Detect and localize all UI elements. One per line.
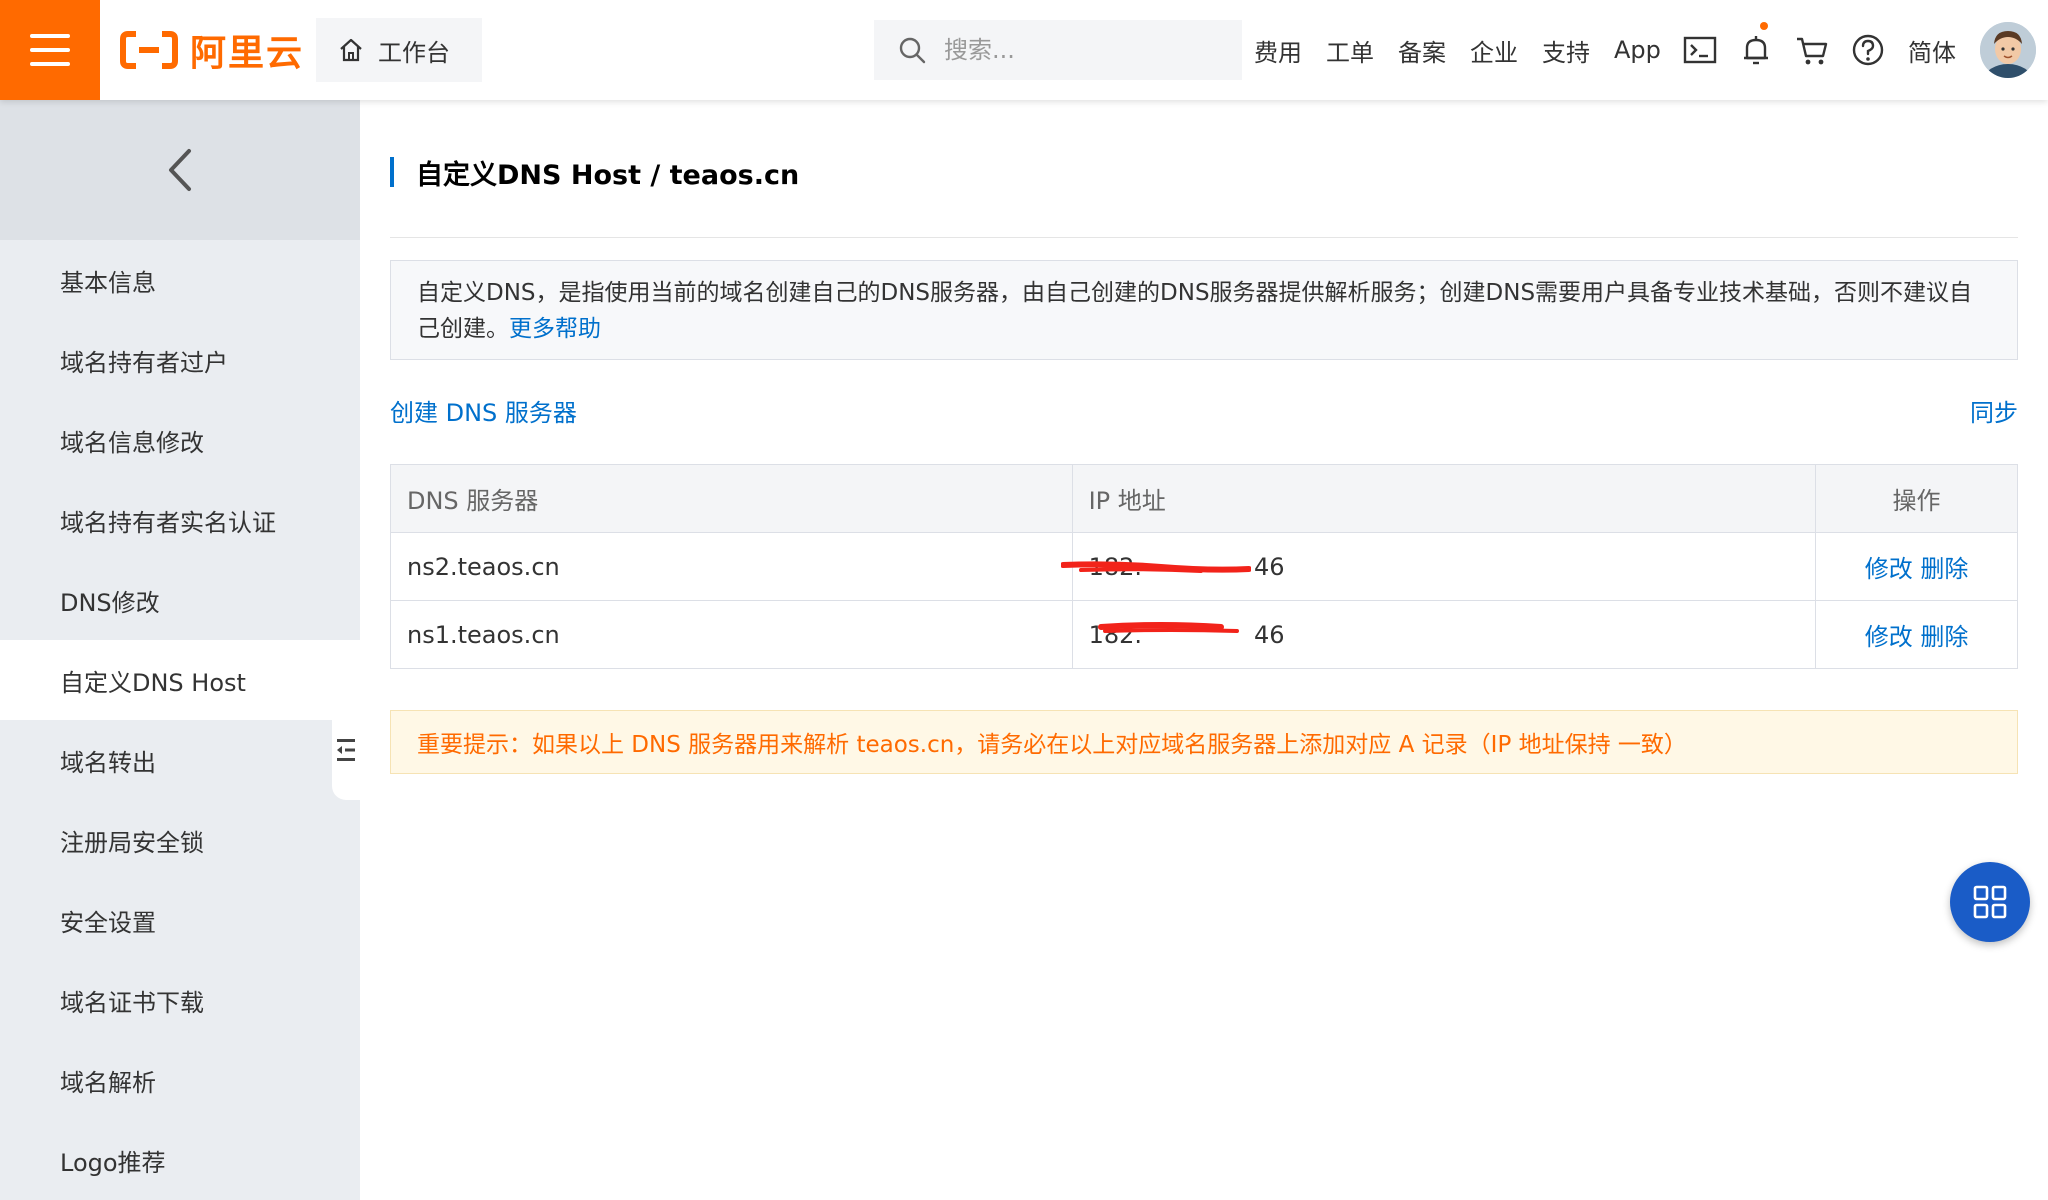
brand-name: 阿里云 xyxy=(190,33,305,74)
nav-app[interactable]: App xyxy=(1614,0,1661,100)
warning-notice: 重要提示：如果以上 DNS 服务器用来解析 teaos.cn，请务必在以上对应域… xyxy=(390,710,2018,774)
sidebar-item-label: Logo推荐 xyxy=(60,1148,166,1177)
delete-link[interactable]: 删除 xyxy=(1920,623,1968,651)
table-row: ns1.teaos.cn 182. 46 修改 删除 xyxy=(390,600,2018,669)
notification-dot xyxy=(1760,22,1768,30)
language-switch[interactable]: 简体 xyxy=(1908,0,1956,100)
nav-tickets[interactable]: 工单 xyxy=(1326,0,1374,100)
column-header-dns-server: DNS 服务器 xyxy=(390,464,1073,533)
sidebar-item-basic-info[interactable]: 基本信息 xyxy=(0,240,360,320)
actions-cell: 修改 删除 xyxy=(1815,532,2018,601)
chevron-left-icon xyxy=(169,149,191,191)
info-notice: 自定义DNS，是指使用当前的域名创建自己的DNS服务器，由自己创建的DNS服务器… xyxy=(390,260,2018,360)
floating-app-grid-button[interactable] xyxy=(1950,862,2030,942)
sidebar-item-label: 基本信息 xyxy=(60,268,156,297)
dns-server-table: DNS 服务器 IP 地址 操作 ns2.teaos.cn 182. 46 修改 … xyxy=(390,464,2018,669)
nav-enterprise[interactable]: 企业 xyxy=(1470,0,1518,100)
warning-text: 重要提示：如果以上 DNS 服务器用来解析 teaos.cn，请务必在以上对应域… xyxy=(417,732,1687,758)
workbench-label: 工作台 xyxy=(378,38,450,67)
search-box[interactable] xyxy=(874,20,1242,80)
sidebar-menu: 基本信息 域名持有者过户 域名信息修改 域名持有者实名认证 DNS修改 自定义D… xyxy=(0,240,360,1200)
help-icon[interactable] xyxy=(1850,32,1886,68)
column-header-actions: 操作 xyxy=(1815,464,2018,533)
sidebar-item-label: 安全设置 xyxy=(60,908,156,937)
sidebar-item-label: 域名持有者实名认证 xyxy=(60,508,276,537)
create-dns-server-link[interactable]: 创建 DNS 服务器 xyxy=(390,393,577,428)
ip-suffix: 46 xyxy=(1254,552,1285,581)
nav-icp-label: 备案 xyxy=(1398,38,1446,67)
ip-prefix: 182. xyxy=(1088,552,1143,581)
page-title: 自定义DNS Host / teaos.cn xyxy=(416,159,800,191)
sidebar-collapse-handle[interactable] xyxy=(332,700,360,800)
search-icon xyxy=(899,37,926,64)
terminal-icon[interactable] xyxy=(1682,32,1718,68)
sidebar-item-info-modify[interactable]: 域名信息修改 xyxy=(0,400,360,480)
nav-support[interactable]: 支持 xyxy=(1542,0,1590,100)
column-header-ip: IP 地址 xyxy=(1071,464,1817,533)
sidebar-item-certificate-download[interactable]: 域名证书下载 xyxy=(0,960,360,1040)
edit-link[interactable]: 修改 xyxy=(1865,623,1913,651)
info-text: 自定义DNS，是指使用当前的域名创建自己的DNS服务器，由自己创建的DNS服务器… xyxy=(417,280,1973,342)
sidebar-item-label: 注册局安全锁 xyxy=(60,828,204,857)
nav-support-label: 支持 xyxy=(1542,38,1590,67)
sidebar-item-label: 自定义DNS Host xyxy=(60,668,246,697)
ip-suffix: 46 xyxy=(1254,620,1285,649)
sidebar-item-domain-resolve[interactable]: 域名解析 xyxy=(0,1040,360,1120)
search-input[interactable] xyxy=(944,36,1204,64)
home-icon xyxy=(340,38,362,62)
dns-server-cell: ns2.teaos.cn xyxy=(390,532,1073,601)
nav-fees-label: 费用 xyxy=(1254,38,1302,67)
nav-tickets-label: 工单 xyxy=(1326,38,1374,67)
title-divider xyxy=(390,237,2018,238)
aliyun-logo-icon xyxy=(120,31,178,69)
title-accent-bar xyxy=(390,157,394,187)
sidebar-item-label: 域名解析 xyxy=(60,1068,156,1097)
page-title-bar: 自定义DNS Host / teaos.cn xyxy=(390,156,799,191)
grid-icon xyxy=(1973,885,2007,919)
ip-prefix: 182. xyxy=(1088,620,1143,649)
more-help-link[interactable]: 更多帮助 xyxy=(509,316,601,342)
sidebar: 基本信息 域名持有者过户 域名信息修改 域名持有者实名认证 DNS修改 自定义D… xyxy=(0,100,360,1200)
sidebar-item-label: 域名证书下载 xyxy=(60,988,204,1017)
avatar[interactable] xyxy=(1980,22,2036,78)
main-content: 自定义DNS Host / teaos.cn 自定义DNS，是指使用当前的域名创… xyxy=(360,100,2048,1200)
cart-icon[interactable] xyxy=(1794,32,1830,68)
nav-fees[interactable]: 费用 xyxy=(1254,0,1302,100)
sidebar-item-security-settings[interactable]: 安全设置 xyxy=(0,880,360,960)
sidebar-item-dns-modify[interactable]: DNS修改 xyxy=(0,560,360,640)
sidebar-item-owner-transfer[interactable]: 域名持有者过户 xyxy=(0,320,360,400)
edit-link[interactable]: 修改 xyxy=(1865,555,1913,583)
menu-icon[interactable] xyxy=(0,0,100,100)
sidebar-item-label: DNS修改 xyxy=(60,588,160,617)
top-bar: 阿里云 工作台 费用 工单 备案 企业 支持 App xyxy=(0,0,2048,100)
sidebar-item-label: 域名转出 xyxy=(60,748,156,777)
sidebar-item-logo-recommend[interactable]: Logo推荐 xyxy=(0,1120,360,1200)
ip-cell: 182. 46 xyxy=(1060,532,1817,601)
brand-logo[interactable]: 阿里云 xyxy=(120,26,304,74)
language-label: 简体 xyxy=(1908,38,1956,67)
collapse-menu-icon xyxy=(337,739,355,761)
sidebar-item-registry-lock[interactable]: 注册局安全锁 xyxy=(0,800,360,880)
sidebar-item-label: 域名持有者过户 xyxy=(60,348,228,377)
sidebar-back[interactable] xyxy=(0,100,360,240)
sidebar-item-realname-auth[interactable]: 域名持有者实名认证 xyxy=(0,480,360,560)
table-row: ns2.teaos.cn 182. 46 修改 删除 xyxy=(390,532,2018,601)
delete-link[interactable]: 删除 xyxy=(1920,555,1968,583)
action-row: 创建 DNS 服务器 同步 xyxy=(390,390,2018,430)
ip-cell: 182. 46 xyxy=(1071,600,1817,669)
user-avatar-icon xyxy=(1980,22,2036,78)
nav-icp[interactable]: 备案 xyxy=(1398,0,1446,100)
nav-app-label: App xyxy=(1614,36,1661,64)
workbench-button[interactable]: 工作台 xyxy=(316,18,482,82)
sidebar-item-label: 域名信息修改 xyxy=(60,428,204,457)
actions-cell: 修改 删除 xyxy=(1815,600,2018,669)
sidebar-item-domain-transfer-out[interactable]: 域名转出 xyxy=(0,720,360,800)
bell-icon[interactable] xyxy=(1738,32,1774,68)
nav-enterprise-label: 企业 xyxy=(1470,38,1518,67)
dns-server-cell: ns1.teaos.cn xyxy=(390,600,1073,669)
sidebar-item-custom-dns-host[interactable]: 自定义DNS Host xyxy=(0,640,360,720)
table-header-row: DNS 服务器 IP 地址 操作 xyxy=(390,464,2018,533)
sync-link[interactable]: 同步 xyxy=(1970,393,2018,428)
